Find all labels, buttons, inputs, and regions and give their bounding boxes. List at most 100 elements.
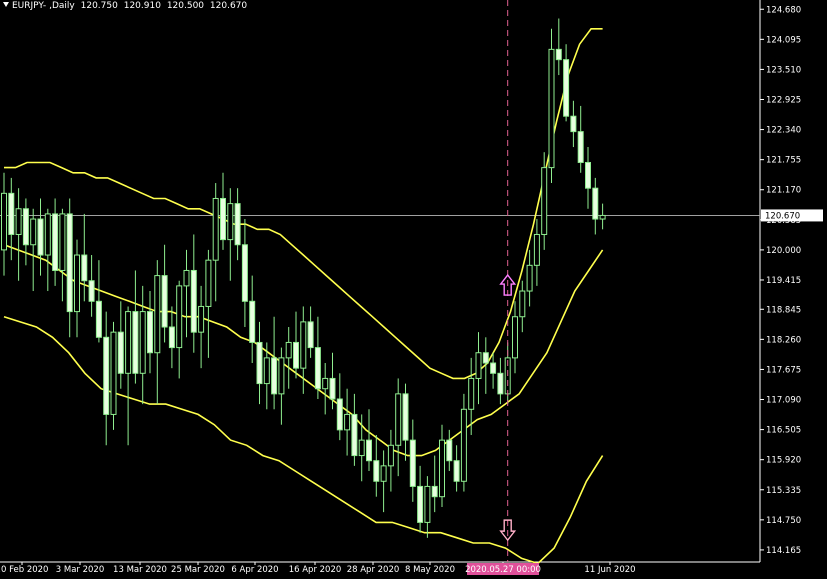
candle-body[interactable]: [322, 377, 329, 390]
open-value: 120.750: [80, 1, 118, 11]
chevron-down-icon[interactable]: [3, 2, 9, 7]
candle-body[interactable]: [563, 59, 570, 117]
candle-body[interactable]: [198, 305, 205, 333]
candle-body[interactable]: [599, 214, 606, 220]
y-tick-label: 114.165: [766, 546, 801, 556]
candle-body[interactable]: [585, 161, 591, 189]
candle-body[interactable]: [300, 321, 307, 369]
candle-body[interactable]: [205, 259, 212, 307]
candle-body[interactable]: [577, 131, 584, 163]
candle-body[interactable]: [241, 244, 248, 302]
y-tick-label: 124.680: [766, 5, 801, 15]
candle-body[interactable]: [161, 275, 168, 328]
candle-body[interactable]: [183, 269, 190, 287]
candle-body[interactable]: [125, 311, 132, 374]
candle-body[interactable]: [234, 203, 241, 246]
candle-body[interactable]: [592, 187, 599, 220]
candle-body[interactable]: [59, 213, 66, 271]
x-tick-label: 6 Apr 2020: [231, 565, 278, 575]
y-tick-label: 120.000: [766, 246, 801, 256]
candle-body[interactable]: [344, 413, 351, 431]
candle-body[interactable]: [409, 439, 416, 487]
candle-body[interactable]: [446, 439, 453, 462]
candle-body[interactable]: [358, 439, 365, 457]
candle-body[interactable]: [380, 465, 387, 482]
candle-body[interactable]: [117, 331, 124, 374]
candle-body[interactable]: [490, 362, 497, 374]
candle-body[interactable]: [555, 48, 562, 61]
candle-body[interactable]: [95, 300, 102, 338]
candle-body[interactable]: [22, 208, 29, 246]
candle-body[interactable]: [424, 485, 431, 523]
candle-body[interactable]: [227, 203, 234, 241]
candle-body[interactable]: [44, 213, 51, 256]
candle-body[interactable]: [548, 48, 555, 169]
candle-body[interactable]: [293, 341, 299, 369]
timeframe: Daily: [51, 1, 75, 11]
candle-body[interactable]: [103, 336, 110, 415]
candle-body[interactable]: [395, 393, 402, 446]
x-tick-label: 11 Jun 2020: [584, 565, 635, 575]
candle-body[interactable]: [147, 311, 153, 354]
candle-body[interactable]: [263, 357, 270, 385]
candle-body[interactable]: [402, 393, 409, 441]
candle-body[interactable]: [139, 311, 146, 374]
candle-body[interactable]: [533, 233, 540, 266]
candle-body[interactable]: [497, 372, 504, 395]
candle-body[interactable]: [110, 331, 117, 415]
candle-body[interactable]: [387, 444, 394, 467]
candle-body[interactable]: [439, 439, 445, 498]
candle-body[interactable]: [431, 485, 438, 498]
candle-body[interactable]: [285, 341, 292, 359]
candle-body[interactable]: [512, 316, 518, 359]
candle-body[interactable]: [52, 213, 59, 271]
candle-body[interactable]: [190, 269, 197, 333]
chart-canvas[interactable]: 124.680 124.095 123.510 122.925 122.340 121.7…: [0, 0, 827, 575]
candle-body[interactable]: [8, 192, 15, 235]
candle-body[interactable]: [74, 254, 80, 313]
candle-body[interactable]: [541, 167, 548, 235]
candle-body[interactable]: [81, 254, 88, 282]
y-tick-label: 124.095: [766, 35, 801, 45]
candle-body[interactable]: [154, 275, 161, 354]
candle-body[interactable]: [468, 377, 475, 410]
candle-body[interactable]: [212, 197, 219, 261]
candle-body[interactable]: [570, 115, 577, 133]
candle-body[interactable]: [366, 439, 372, 462]
candle-body[interactable]: [453, 460, 460, 482]
candle-body[interactable]: [256, 341, 263, 385]
candle-body[interactable]: [526, 264, 533, 292]
candle-body[interactable]: [66, 213, 73, 313]
candle-body[interactable]: [336, 398, 343, 431]
y-tick-label: 123.510: [766, 65, 801, 75]
close-value: 120.670: [209, 1, 248, 11]
candle-body[interactable]: [482, 352, 489, 364]
candle-body[interactable]: [314, 347, 321, 390]
candle-body[interactable]: [88, 280, 95, 302]
candle-body[interactable]: [220, 197, 226, 241]
candle-body[interactable]: [475, 352, 482, 379]
candle-body[interactable]: [30, 218, 37, 246]
candle-body[interactable]: [278, 357, 285, 395]
y-tick-label: 114.750: [766, 516, 801, 526]
chart-header: EURJPY- ,Daily 120.750 120.910 120.500 12…: [3, 1, 250, 11]
candle-body[interactable]: [1, 192, 7, 251]
candle-body[interactable]: [460, 408, 467, 482]
x-tick-label: 28 Apr 2020: [347, 565, 400, 575]
candle-body[interactable]: [417, 485, 424, 523]
candle-body[interactable]: [15, 208, 22, 235]
candle-body[interactable]: [168, 326, 175, 349]
candle-body[interactable]: [249, 300, 256, 343]
candle-body[interactable]: [307, 321, 314, 349]
candle-body[interactable]: [176, 285, 183, 349]
candle-body[interactable]: [271, 357, 278, 395]
candle-body[interactable]: [329, 377, 336, 400]
price-chart[interactable]: EURJPY- ,Daily 120.750 120.910 120.500 12…: [0, 0, 827, 575]
candle-body[interactable]: [351, 413, 358, 457]
y-tick-label: 116.505: [766, 426, 801, 436]
candle-body[interactable]: [519, 290, 526, 318]
candle-body[interactable]: [373, 460, 380, 482]
y-tick-label: 117.090: [766, 396, 801, 406]
candle-body[interactable]: [37, 218, 44, 256]
candle-body[interactable]: [132, 311, 139, 374]
